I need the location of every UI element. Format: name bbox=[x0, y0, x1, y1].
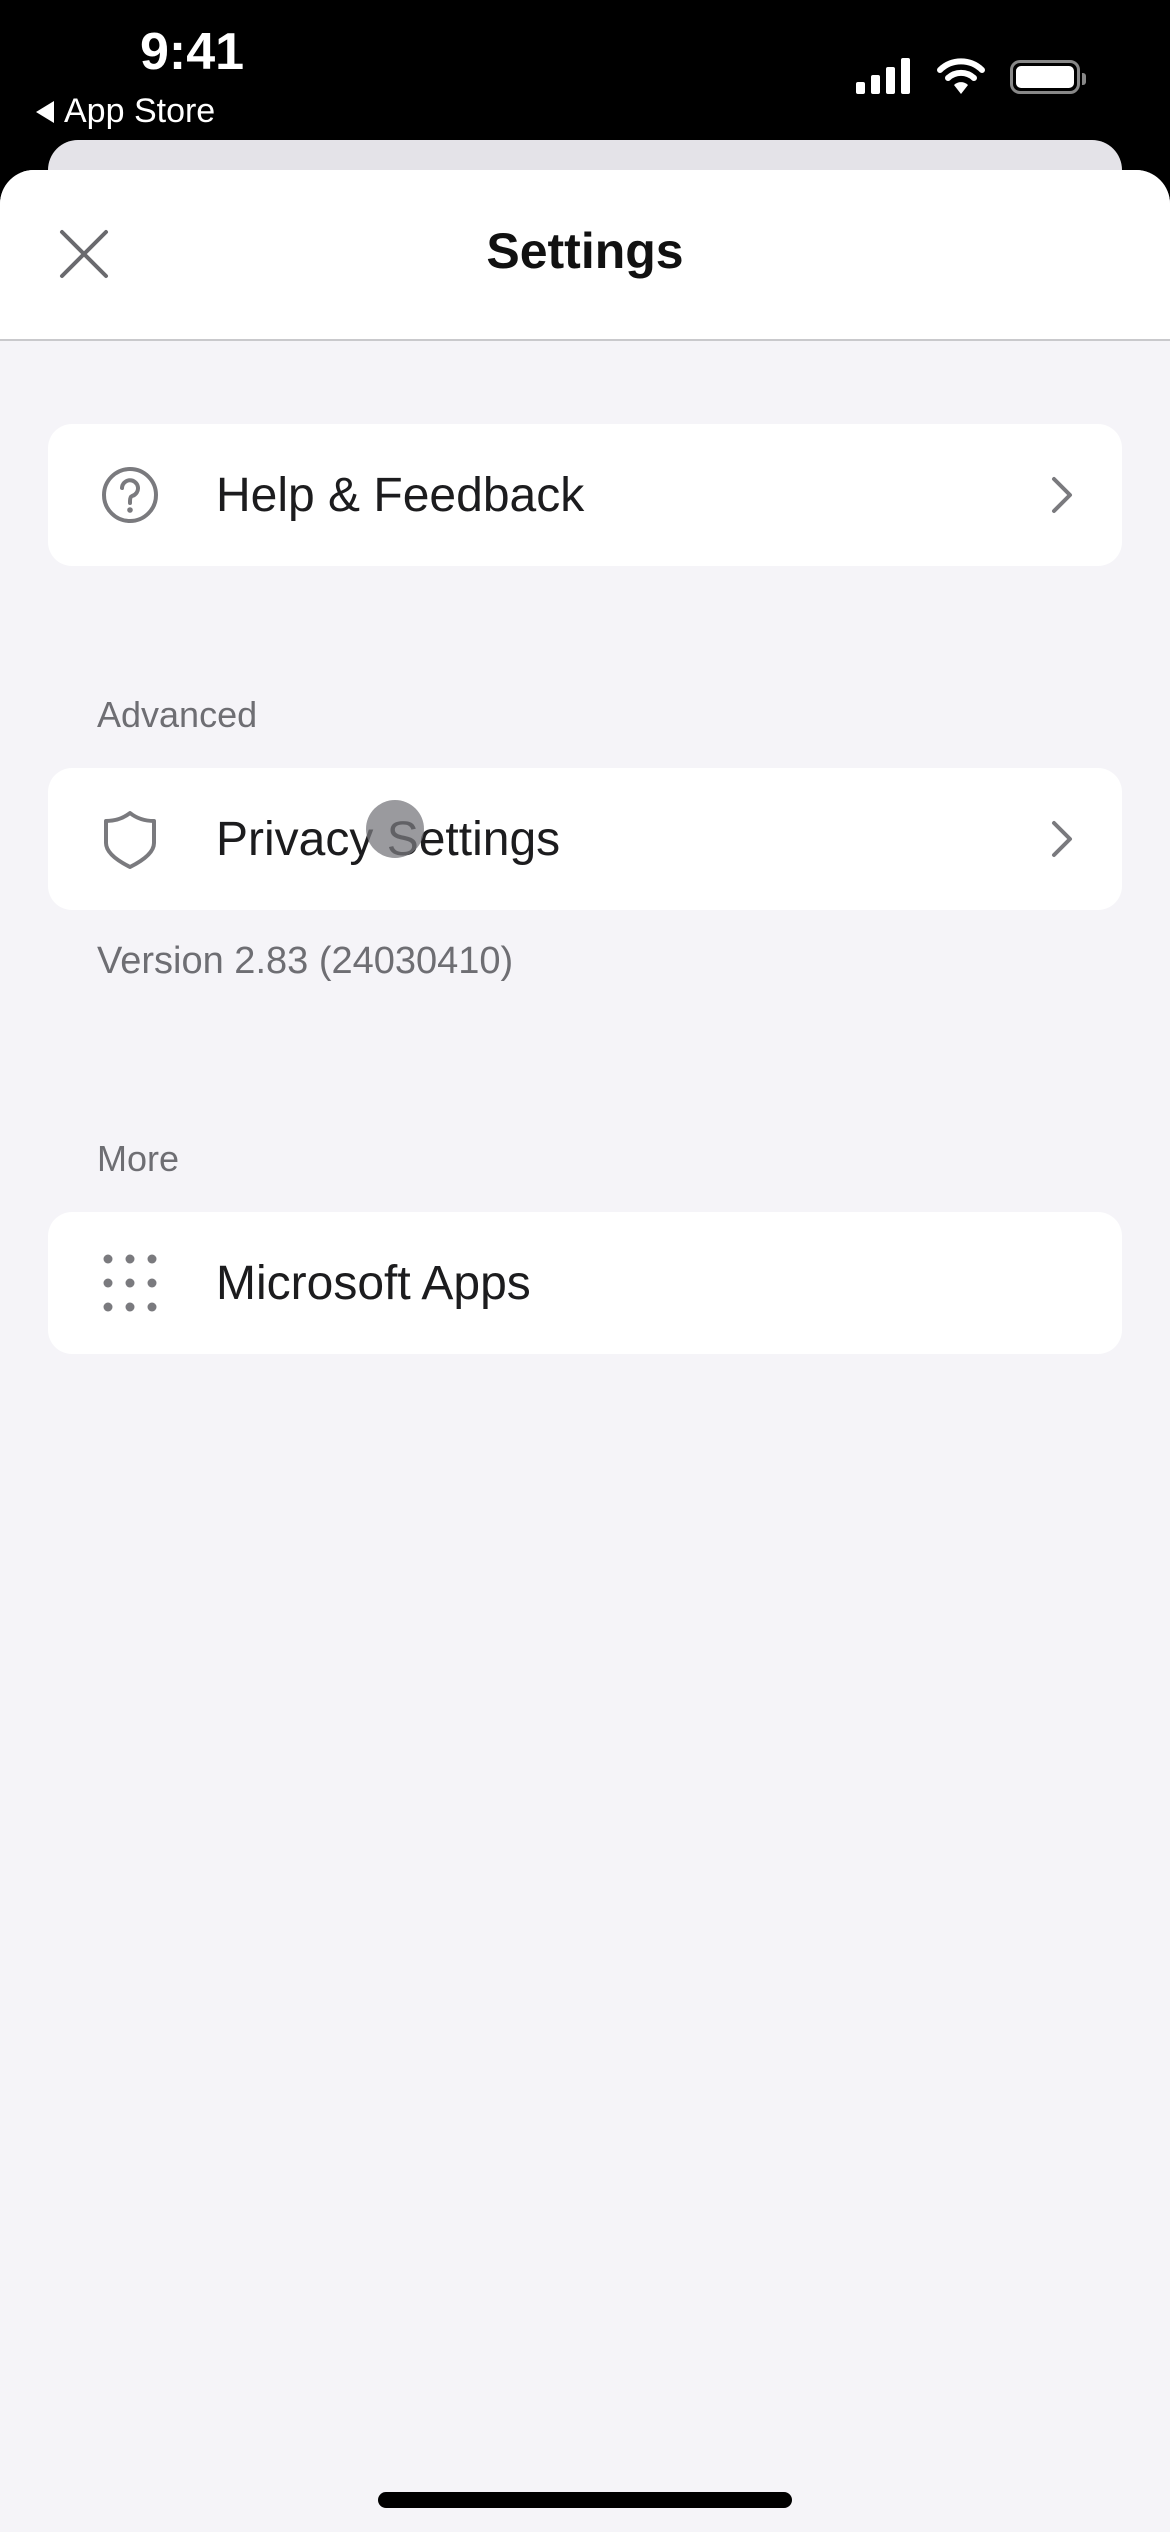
home-indicator[interactable] bbox=[378, 2492, 792, 2508]
back-arrow-icon bbox=[36, 100, 54, 123]
help-feedback-row[interactable]: Help & Feedback bbox=[48, 424, 1122, 566]
wifi-icon bbox=[937, 58, 985, 94]
microsoft-apps-row[interactable]: Microsoft Apps bbox=[48, 1212, 1122, 1354]
settings-sheet: Settings Help & Feedback Advanced Privac… bbox=[0, 170, 1170, 2532]
shield-icon bbox=[104, 811, 156, 869]
version-text: Version 2.83 (24030410) bbox=[97, 940, 514, 982]
microsoft-apps-label: Microsoft Apps bbox=[216, 1256, 531, 1310]
back-to-app-store[interactable]: App Store bbox=[36, 92, 215, 131]
grid-dots-icon bbox=[103, 1254, 157, 1312]
status-bar: 9:41 App Store bbox=[0, 0, 1170, 140]
section-header-advanced: Advanced bbox=[97, 694, 258, 735]
nav-bar: Settings bbox=[0, 170, 1170, 341]
page-title: Settings bbox=[486, 223, 684, 279]
back-label: App Store bbox=[64, 92, 216, 130]
status-time: 9:41 bbox=[140, 23, 245, 81]
help-feedback-label: Help & Feedback bbox=[216, 468, 585, 522]
privacy-settings-row[interactable]: Privacy Settings bbox=[48, 768, 1122, 910]
help-circle-icon bbox=[102, 467, 158, 523]
chevron-right-icon bbox=[1052, 821, 1072, 857]
touch-indicator bbox=[366, 800, 424, 858]
cellular-signal-icon bbox=[856, 58, 910, 94]
section-header-more: More bbox=[97, 1138, 180, 1179]
chevron-right-icon bbox=[1052, 477, 1072, 513]
battery-icon bbox=[1010, 60, 1086, 94]
